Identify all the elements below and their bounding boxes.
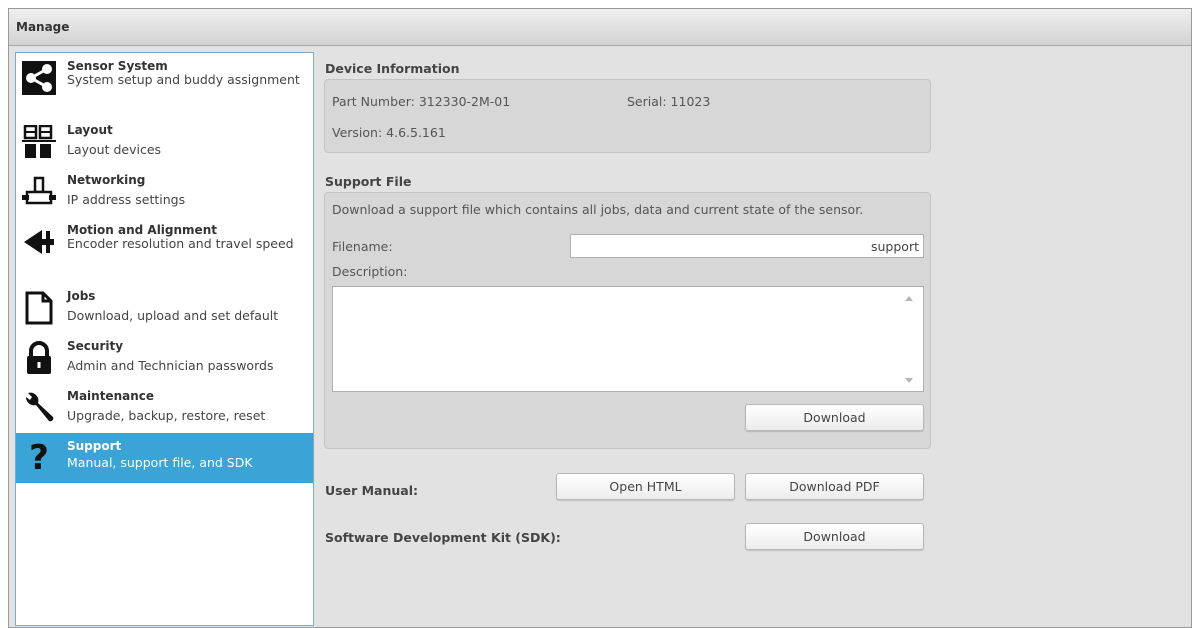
document-icon	[25, 291, 53, 325]
description-label: Description:	[332, 264, 408, 279]
sidebar-item-desc: System setup and buddy assignment	[67, 72, 300, 87]
window-title: Manage	[16, 20, 70, 34]
sidebar-item-motion-alignment[interactable]: Motion and Alignment Encoder resolution …	[16, 223, 313, 279]
device-info-heading: Device Information	[325, 61, 460, 76]
sidebar-item-desc: IP address settings	[67, 192, 186, 207]
device-info-panel: Part Number: 312330-2M-01 Serial: 11023 …	[324, 79, 931, 153]
user-manual-label: User Manual:	[325, 483, 418, 498]
sidebar-item-title: Support	[67, 439, 122, 453]
sidebar-nav: Sensor System System setup and buddy ass…	[15, 52, 314, 626]
support-file-panel: Download a support file which contains a…	[324, 192, 931, 449]
filename-input[interactable]	[570, 234, 924, 258]
scroll-down-arrow-icon[interactable]	[905, 378, 913, 383]
svg-text:?: ?	[29, 439, 49, 473]
serial-text: Serial: 11023	[627, 94, 711, 109]
download-pdf-button[interactable]: Download PDF	[745, 473, 924, 500]
question-mark-icon: ?	[29, 439, 49, 473]
sidebar-item-desc: Admin and Technician passwords	[67, 358, 274, 373]
scroll-up-arrow-icon[interactable]	[905, 296, 913, 301]
version-text: Version: 4.6.5.161	[332, 125, 446, 140]
sidebar-item-desc: Layout devices	[67, 142, 162, 157]
support-file-intro: Download a support file which contains a…	[332, 202, 864, 217]
sidebar-item-title: Motion and Alignment	[67, 223, 217, 237]
sidebar-item-sensor-system[interactable]: Sensor System System setup and buddy ass…	[16, 59, 313, 115]
sidebar-item-title: Layout	[67, 123, 113, 137]
sidebar-item-jobs[interactable]: Jobs Download, upload and set default	[16, 289, 313, 333]
sidebar-item-networking[interactable]: Networking IP address settings	[16, 173, 313, 217]
sidebar-item-layout[interactable]: Layout Layout devices	[16, 123, 313, 167]
sidebar-item-support[interactable]: ? Support Manual, support file, and SDK	[16, 433, 313, 483]
support-file-download-button[interactable]: Download	[745, 404, 924, 431]
support-file-heading: Support File	[325, 174, 412, 189]
sidebar-item-security[interactable]: Security Admin and Technician passwords	[16, 339, 313, 383]
sidebar-item-desc: Encoder resolution and travel speed	[67, 236, 294, 251]
sdk-download-button[interactable]: Download	[745, 523, 924, 550]
sdk-label: Software Development Kit (SDK):	[325, 530, 561, 545]
sidebar-item-title: Maintenance	[67, 389, 155, 403]
open-html-button[interactable]: Open HTML	[556, 473, 735, 500]
sidebar-item-maintenance[interactable]: Maintenance Upgrade, backup, restore, re…	[16, 389, 313, 433]
layout-grid-icon	[22, 125, 56, 158]
manage-window: Manage Sensor System System setup and bu…	[8, 8, 1192, 628]
wrench-icon	[25, 392, 54, 422]
sidebar-item-desc: Manual, support file, and SDK	[67, 455, 253, 470]
sidebar-item-title: Jobs	[67, 289, 96, 303]
sidebar-item-title: Sensor System	[67, 59, 168, 73]
filename-label: Filename:	[332, 239, 393, 254]
description-textarea[interactable]	[332, 286, 924, 392]
part-number-text: Part Number: 312330-2M-01	[332, 94, 511, 109]
lock-icon	[27, 341, 51, 374]
network-connector-icon	[22, 176, 56, 205]
sidebar-item-desc: Upgrade, backup, restore, reset	[67, 408, 266, 423]
sidebar-item-title: Security	[67, 339, 124, 353]
sidebar-item-desc: Download, upload and set default	[67, 308, 279, 323]
share-network-icon	[22, 61, 56, 95]
title-bar: Manage	[9, 9, 1191, 46]
sidebar-item-title: Networking	[67, 173, 146, 187]
encoder-arrow-icon	[24, 230, 54, 254]
